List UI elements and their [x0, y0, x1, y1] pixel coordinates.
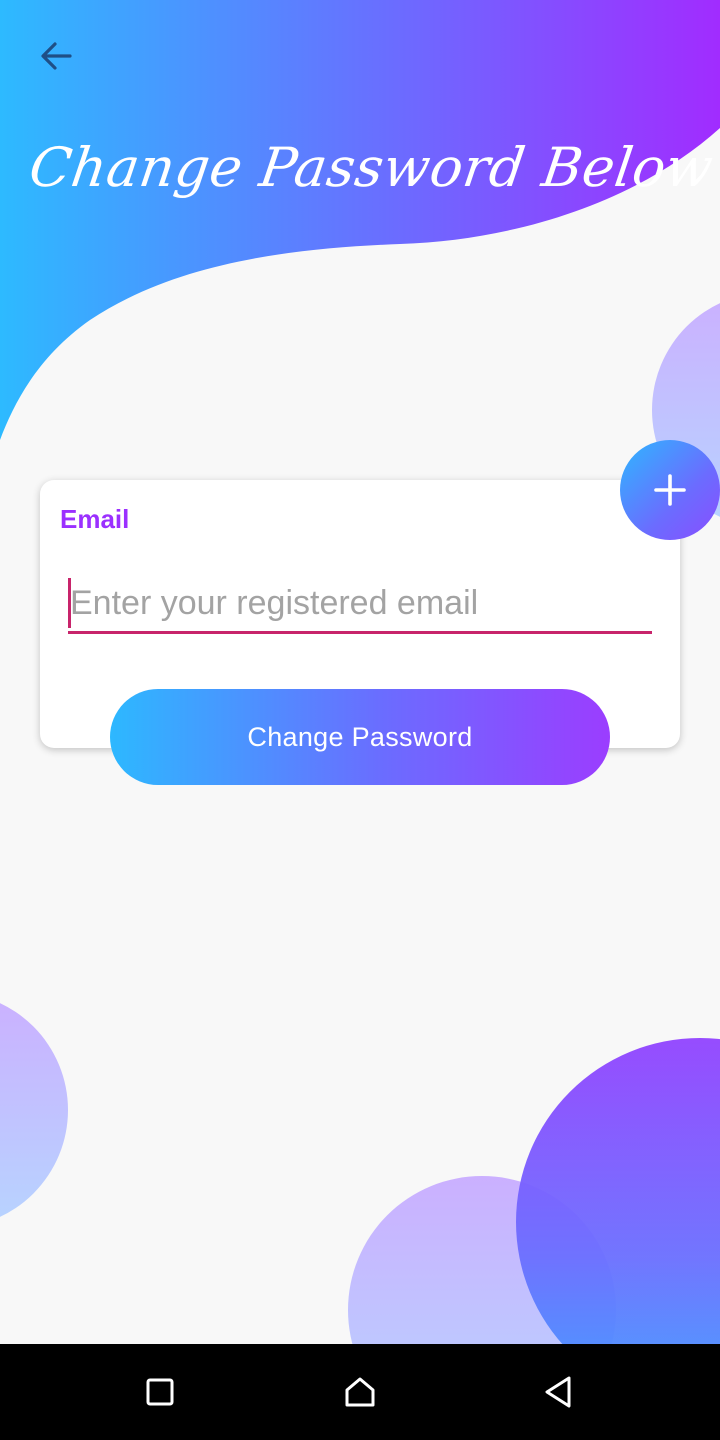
home-icon: [345, 1377, 375, 1407]
email-label: Email: [60, 504, 130, 534]
back-button[interactable]: [28, 28, 84, 84]
square-icon: [146, 1378, 174, 1406]
change-password-button[interactable]: Change Password: [110, 689, 610, 785]
add-fab-button[interactable]: [620, 440, 720, 540]
text-cursor: [68, 578, 71, 628]
triangle-back-icon: [545, 1376, 571, 1408]
back-nav-button[interactable]: [528, 1362, 588, 1422]
header-wave: [0, 0, 720, 440]
arrow-left-icon: [41, 42, 72, 70]
plus-icon: [654, 474, 686, 506]
page-title: Change Password Below: [25, 136, 718, 199]
recents-button[interactable]: [130, 1362, 190, 1422]
decor-circle-left: [0, 1003, 68, 1217]
home-button[interactable]: [330, 1362, 390, 1422]
system-nav-bar: [0, 1344, 720, 1440]
email-input[interactable]: [68, 576, 652, 634]
